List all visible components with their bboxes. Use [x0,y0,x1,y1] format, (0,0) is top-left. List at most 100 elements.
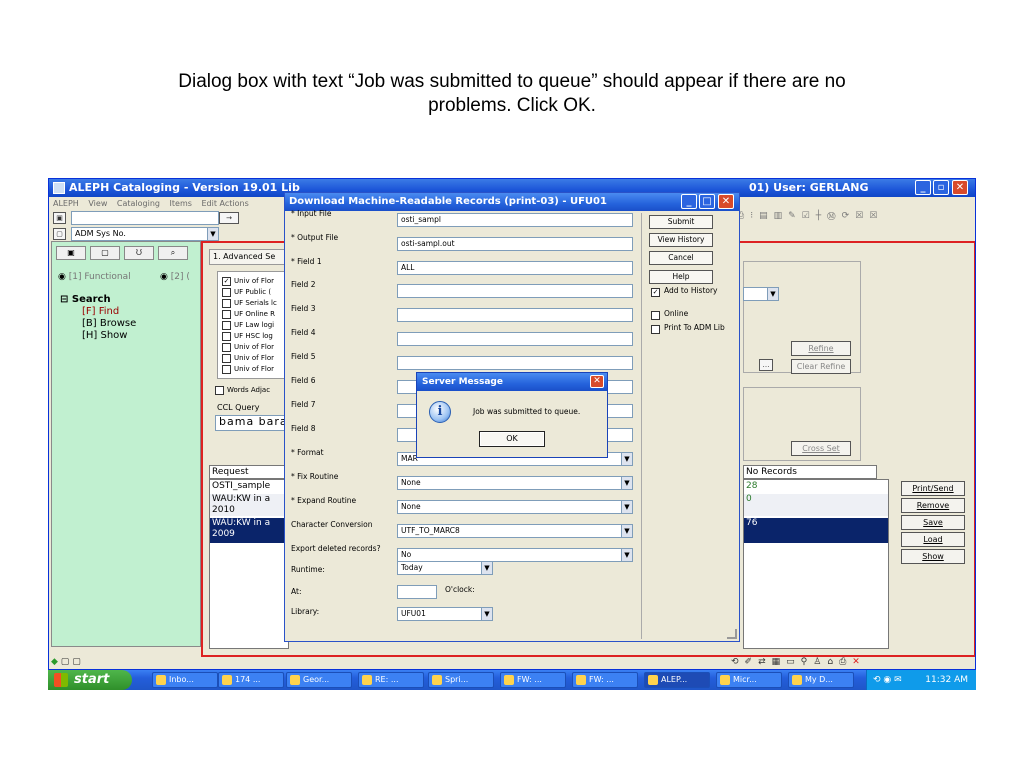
menu-edit-actions[interactable]: Edit Actions [201,199,248,208]
database-item[interactable]: Univ of Flor [222,342,274,352]
tab-advanced-search[interactable]: 1. Advanced Se [209,249,287,265]
print-to-adm-checkbox[interactable]: Print To ADM Lib [651,324,725,334]
resize-grip-icon[interactable] [727,629,737,639]
taskbar-button[interactable]: FW: ... [500,672,566,688]
tab-items-icon[interactable]: ᙀ [124,246,154,260]
ok-button[interactable]: OK [479,431,545,447]
database-item[interactable]: ✓ Univ of Flor [222,276,274,286]
table-row[interactable]: OSTI_sample [210,481,288,492]
field-input[interactable] [397,356,633,370]
library-select[interactable]: UFU01 ▼ [397,607,493,621]
at-time-input[interactable] [397,585,437,599]
cancel-button[interactable]: Cancel [649,251,713,265]
field-input[interactable]: None ▼ [397,500,633,514]
table-row-selected[interactable]: WAU:KW in a [210,518,288,529]
ccl-query-input[interactable]: bama bara [215,415,287,431]
load-button[interactable]: Load [901,532,965,547]
pen-icon[interactable]: ✐ [745,657,759,667]
field-input[interactable]: UTF_TO_MARC8 ▼ [397,524,633,538]
taskbar-button[interactable]: My D... [788,672,854,688]
field-input[interactable] [397,284,633,298]
database-item[interactable]: UF HSC log [222,331,273,341]
tree-item-browse[interactable]: [B] Browse [60,318,136,330]
grid-small-icon[interactable]: ▦ [772,657,787,667]
field-input[interactable] [397,332,633,346]
runtime-select[interactable]: Today ▼ [397,561,493,575]
taskbar-button[interactable]: Geor... [286,672,352,688]
m-icon[interactable]: Ⓜ [827,211,841,221]
database-item[interactable]: UF Serials lc [222,298,277,308]
chevron-down-icon[interactable]: ▼ [481,562,492,574]
close-icon[interactable]: ✕ [590,375,604,388]
tree-icon[interactable]: ⁝ [750,211,759,221]
go-arrow-icon[interactable]: → [219,212,239,224]
database-item[interactable]: UF Online R [222,309,275,319]
window-small-icon[interactable]: ▭ [786,657,801,667]
edit-icon[interactable]: ✎ [788,211,802,221]
field-input[interactable] [397,308,633,322]
tree-item-find[interactable]: [F] Find [60,306,136,318]
maximize-icon[interactable]: □ [699,194,715,209]
home-icon[interactable]: ⌂ [827,657,839,667]
menu-aleph[interactable]: ALEPH [53,199,79,208]
field-input[interactable]: ALL [397,261,633,275]
field-input[interactable]: None ▼ [397,476,633,490]
x2-icon[interactable]: ☒ [869,211,883,221]
exit-icon[interactable]: ✕ [852,657,866,667]
restore-icon[interactable]: ▫ [933,180,949,195]
tab-search-icon[interactable]: ⌕ [158,246,188,260]
remove-button[interactable]: Remove [901,498,965,513]
taskbar-button[interactable]: FW: ... [572,672,638,688]
list-icon[interactable]: ▥ [774,211,789,221]
command-input[interactable] [71,211,219,225]
check-icon[interactable]: ☑ [802,211,816,221]
close-icon[interactable]: ✕ [952,180,968,195]
show-button[interactable]: Show [901,549,965,564]
refresh-icon[interactable]: ⟳ [842,211,856,221]
add-to-history-checkbox[interactable]: ✓ Add to History [651,287,718,297]
field-input[interactable]: osti_sampl [397,213,633,227]
taskbar-button[interactable]: 174 ... [218,672,284,688]
table-row-count-selected[interactable]: 76 [744,518,888,543]
field-input[interactable]: osti-sampl.out [397,237,633,251]
online-checkbox[interactable]: Online [651,310,711,320]
base-select[interactable]: ADM Sys No. ▼ [71,227,219,241]
sync-icon[interactable]: ⟲ [731,657,745,667]
tree-root-search[interactable]: ⊟ Search [60,294,136,306]
printer-icon[interactable]: ⎙ [839,657,852,667]
clear-refine-button[interactable]: Clear Refine [791,359,851,374]
chevron-down-icon[interactable]: ▼ [621,501,632,513]
menu-items[interactable]: Items [170,199,192,208]
database-item[interactable]: Univ of Flor [222,353,274,363]
table-row-count[interactable]: 0 [744,494,888,516]
close-icon[interactable]: ✕ [718,194,734,209]
window-icon[interactable]: ▢ [53,228,66,240]
submit-button[interactable]: Submit [649,215,713,229]
taskbar-button[interactable]: Spri... [428,672,494,688]
taskbar-button[interactable]: Inbo... [152,672,218,688]
radio-functional[interactable]: ◉ [1] Functional [58,272,131,282]
split-icon[interactable]: ┼ [816,211,827,221]
x-icon[interactable]: ☒ [855,211,869,221]
download-dialog-titlebar[interactable]: Download Machine-Readable Records (print… [285,193,739,211]
refine-select[interactable]: ▼ [743,287,779,301]
database-item[interactable]: UF Law logi [222,320,274,330]
cross-set-button[interactable]: Cross Set [791,441,851,456]
chevron-down-icon[interactable]: ▼ [767,288,778,300]
tree-item-show[interactable]: [H] Show [60,330,136,342]
chevron-down-icon[interactable]: ▼ [621,453,632,465]
minimize-icon[interactable]: _ [681,194,697,209]
lamp-icon[interactable]: ♙ [813,657,827,667]
help-button[interactable]: Help [649,270,713,284]
radio-second[interactable]: ◉ [2] ( [160,272,190,282]
view-history-button[interactable]: View History [649,233,713,247]
taskbar-button[interactable]: ALEP... [644,672,710,688]
print-send-button[interactable]: Print/Send [901,481,965,496]
ellipsis-icon[interactable]: … [759,359,773,371]
person-icon[interactable]: ⚲ [801,657,814,667]
link-icon[interactable]: ⇄ [758,657,772,667]
chevron-down-icon[interactable]: ▼ [481,608,492,620]
column-no-records[interactable]: No Records [743,465,877,479]
record-icon[interactable]: ▣ [53,212,66,224]
taskbar-button[interactable]: Micr... [716,672,782,688]
